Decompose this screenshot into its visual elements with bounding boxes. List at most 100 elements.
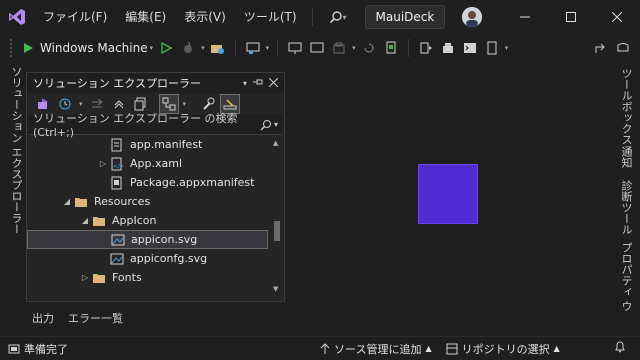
scroll-up-icon[interactable]: ▲ bbox=[273, 139, 278, 147]
svg-text:</>: </> bbox=[113, 163, 123, 170]
notifications-tab[interactable]: 通知 bbox=[618, 146, 634, 168]
folder-icon bbox=[91, 214, 107, 228]
layout-icon[interactable] bbox=[242, 37, 264, 59]
run-target-label: Windows Machine bbox=[40, 41, 148, 55]
scroll-thumb[interactable] bbox=[274, 221, 280, 241]
solution-explorer-search-input[interactable]: ソリューション エクスプローラー の検索 (Ctrl+;) ▾ bbox=[29, 112, 282, 139]
layout-dropdown-icon[interactable]: ▾ bbox=[266, 44, 270, 52]
copy-icon[interactable] bbox=[380, 37, 402, 59]
tree-item[interactable]: ◢ Resources bbox=[27, 192, 268, 211]
view-switch-dropdown-icon[interactable]: ▾ bbox=[183, 100, 187, 108]
manifest-file-icon bbox=[109, 138, 125, 152]
toolbar-grip[interactable] bbox=[10, 39, 14, 57]
solution-explorer-rail-tab[interactable]: ソリューション エクスプローラー bbox=[8, 66, 24, 235]
repository-up-icon: ▲ bbox=[553, 344, 560, 353]
play-icon bbox=[24, 43, 33, 53]
run-button[interactable]: Windows Machine bbox=[22, 41, 148, 55]
tree-item[interactable]: appiconfg.svg bbox=[27, 249, 268, 268]
tree-item-label: app.manifest bbox=[130, 138, 203, 151]
search-options-dropdown-icon[interactable]: ▾ bbox=[274, 120, 278, 129]
search-dropdown-icon[interactable]: ▾ bbox=[343, 13, 347, 22]
start-without-debugging-icon[interactable] bbox=[155, 37, 177, 59]
tree-item-label: Fonts bbox=[112, 271, 142, 284]
browse-folder-icon[interactable] bbox=[207, 37, 229, 59]
status-ready-label: 準備完了 bbox=[24, 342, 68, 356]
status-ready: 準備完了 bbox=[8, 341, 68, 357]
tab-error-list[interactable]: エラー一覧 bbox=[68, 310, 123, 328]
expand-arrow-icon[interactable]: ◢ bbox=[79, 216, 91, 225]
add-to-source-control-button[interactable]: ソース管理に追加 ▲ bbox=[320, 341, 432, 357]
solution-explorer-header: ソリューション エクスプローラー ▾ bbox=[27, 73, 284, 93]
tree-item[interactable]: ▷ Fonts bbox=[27, 268, 268, 287]
scroll-down-icon[interactable]: ▼ bbox=[273, 285, 278, 293]
run-target-dropdown-icon[interactable]: ▾ bbox=[150, 44, 154, 52]
expand-arrow-icon[interactable]: ◢ bbox=[61, 197, 73, 206]
maximize-button[interactable] bbox=[548, 0, 594, 34]
step-into-icon[interactable] bbox=[415, 37, 437, 59]
monitor-icon[interactable] bbox=[306, 37, 328, 59]
status-bar: 準備完了 ソース管理に追加 ▲ リポジトリの選択 ▲ bbox=[0, 336, 640, 360]
user-avatar[interactable] bbox=[462, 7, 482, 27]
tree-item[interactable]: Package.appxmanifest bbox=[27, 173, 268, 192]
toolbar-separator bbox=[407, 39, 409, 57]
properties-tab[interactable]: プロパティ ウ bbox=[618, 242, 634, 312]
panel-close-icon[interactable] bbox=[268, 77, 279, 90]
search-icon[interactable] bbox=[319, 0, 353, 34]
select-repository-button[interactable]: リポジトリの選択 ▲ bbox=[446, 341, 560, 357]
right-tool-rail: ツールボックス 通知 診断ツール プロパティ ウ bbox=[612, 62, 640, 312]
source-control-label: ソース管理に追加 bbox=[334, 342, 422, 356]
tree-item-label: appicon.svg bbox=[131, 233, 198, 246]
svg-preview-image bbox=[418, 164, 478, 224]
menu-view[interactable]: 表示(V) bbox=[175, 0, 235, 34]
tree-item-label: Resources bbox=[94, 195, 151, 208]
device-manager-icon[interactable] bbox=[328, 37, 350, 59]
xaml-file-icon: </> bbox=[109, 157, 125, 171]
tree-item[interactable]: appicon.svg bbox=[27, 230, 268, 249]
menu-separator bbox=[311, 8, 313, 26]
device-dropdown-icon[interactable]: ▾ bbox=[352, 44, 356, 52]
pin-icon[interactable] bbox=[253, 77, 263, 90]
standard-toolbar: Windows Machine ▾ ▾ ▾ ▾ ▾ bbox=[0, 34, 640, 62]
tab-output[interactable]: 出力 bbox=[32, 310, 54, 328]
minimize-button[interactable] bbox=[502, 0, 548, 34]
diagnostic-tools-tab[interactable]: 診断ツール bbox=[618, 180, 634, 235]
history-dropdown-icon[interactable]: ▾ bbox=[79, 100, 83, 108]
tree-scrollbar[interactable]: ▲ ▼ bbox=[270, 135, 284, 297]
tree-item[interactable]: ▷ </> App.xaml bbox=[27, 154, 268, 173]
bottom-panel-tabs: 出力 エラー一覧 bbox=[26, 310, 123, 328]
refresh-icon[interactable] bbox=[358, 37, 380, 59]
feedback-icon[interactable] bbox=[612, 37, 634, 59]
repository-label: リポジトリの選択 bbox=[461, 342, 550, 356]
svg-image-icon bbox=[109, 252, 125, 266]
tree-item-label: Package.appxmanifest bbox=[130, 176, 255, 189]
share-icon[interactable] bbox=[590, 37, 612, 59]
package-icon[interactable] bbox=[437, 37, 459, 59]
tree-item-label: AppIcon bbox=[112, 214, 157, 227]
solution-name-badge[interactable]: MauiDeck bbox=[364, 5, 446, 29]
tree-item[interactable]: app.manifest bbox=[27, 135, 268, 154]
visual-studio-logo-icon[interactable] bbox=[0, 0, 34, 34]
toolbox-tab[interactable]: ツールボックス bbox=[618, 68, 634, 145]
hot-reload-icon[interactable] bbox=[177, 37, 199, 59]
notifications-bell-icon[interactable] bbox=[614, 341, 626, 356]
expand-arrow-icon[interactable]: ▷ bbox=[79, 273, 91, 282]
svg-image-icon bbox=[110, 233, 126, 247]
hot-reload-dropdown-icon[interactable]: ▾ bbox=[201, 44, 205, 52]
toolbar-overflow-icon[interactable]: ▾ bbox=[505, 44, 509, 52]
device-preview-icon[interactable] bbox=[284, 37, 306, 59]
expand-arrow-icon[interactable]: ▷ bbox=[97, 159, 109, 168]
menu-file[interactable]: ファイル(F) bbox=[34, 0, 116, 34]
left-tool-rail: ソリューション エクスプローラー bbox=[0, 62, 26, 310]
up-arrow-icon bbox=[320, 342, 330, 354]
tree-item-label: appiconfg.svg bbox=[130, 252, 208, 265]
mobile-device-icon[interactable] bbox=[481, 37, 503, 59]
folder-icon bbox=[73, 195, 89, 209]
tree-item[interactable]: ◢ AppIcon bbox=[27, 211, 268, 230]
terminal-icon[interactable] bbox=[459, 37, 481, 59]
appx-manifest-icon bbox=[109, 176, 125, 190]
panel-menu-dropdown-icon[interactable]: ▾ bbox=[243, 79, 247, 88]
menu-edit[interactable]: 編集(E) bbox=[116, 0, 175, 34]
close-button[interactable] bbox=[594, 0, 640, 34]
menu-tools[interactable]: ツール(T) bbox=[235, 0, 306, 34]
solution-explorer-panel: ソリューション エクスプローラー ▾ ▾ ▾ ソリューション エクスプローラー … bbox=[26, 72, 285, 302]
